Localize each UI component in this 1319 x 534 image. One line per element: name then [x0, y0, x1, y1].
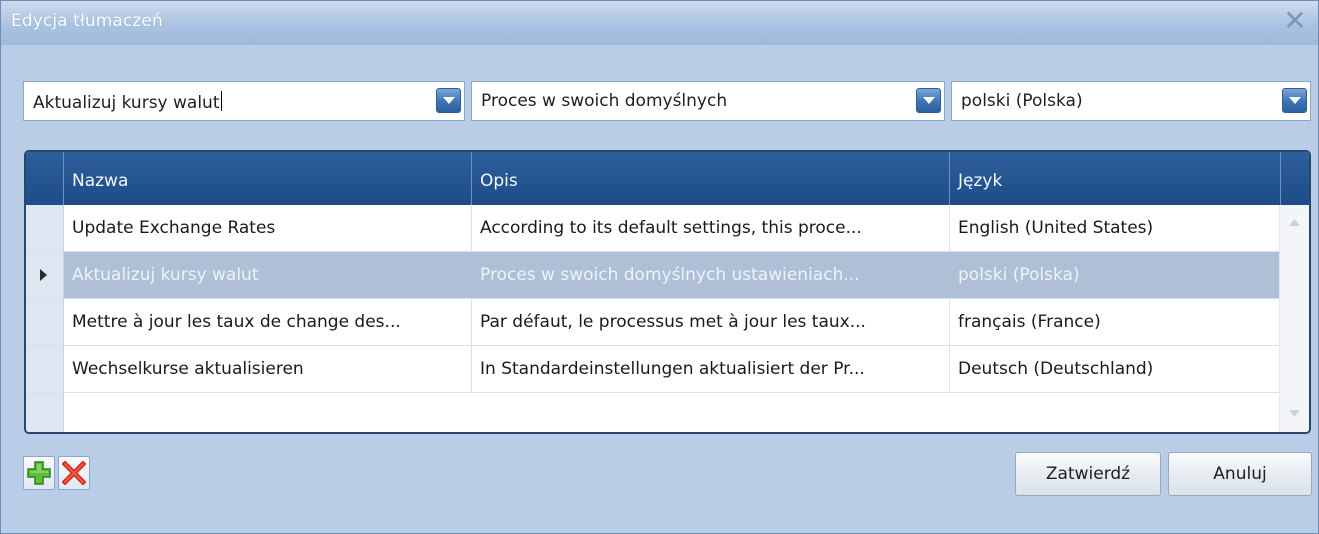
plus-icon: [27, 461, 51, 485]
description-filter-value: Proces w swoich domyślnych: [481, 91, 728, 111]
grid-rows: Update Exchange Rates According to its d…: [26, 205, 1309, 393]
translation-dialog: Edycja tłumaczeń ✕ Aktualizuj kursy walu…: [0, 0, 1319, 534]
language-filter-combobox[interactable]: polski (Polska): [951, 81, 1311, 121]
cell-description[interactable]: In Standardeinstellungen aktualisiert de…: [472, 346, 950, 392]
delete-button[interactable]: [58, 456, 90, 490]
cell-name[interactable]: Wechselkurse aktualisieren: [64, 346, 472, 392]
scroll-up-icon[interactable]: [1289, 219, 1300, 227]
table-row[interactable]: Update Exchange Rates According to its d…: [26, 205, 1309, 252]
cell-name[interactable]: Mettre à jour les taux de change des...: [64, 299, 472, 345]
text-cursor: [220, 91, 222, 111]
add-button[interactable]: [23, 456, 55, 490]
vertical-scrollbar[interactable]: [1279, 205, 1309, 432]
delete-x-icon: [62, 461, 86, 485]
chevron-down-icon[interactable]: [1282, 88, 1307, 113]
header-indicator-cell: [26, 152, 64, 205]
column-header-language[interactable]: Język: [950, 152, 1281, 205]
chevron-down-icon[interactable]: [436, 88, 461, 113]
cell-name[interactable]: Update Exchange Rates: [64, 205, 472, 251]
column-header-name[interactable]: Nazwa: [64, 152, 472, 205]
close-icon[interactable]: ✕: [1282, 7, 1308, 35]
row-indicator: [26, 252, 64, 298]
cell-language[interactable]: français (France): [950, 299, 1281, 345]
description-filter-combobox[interactable]: Proces w swoich domyślnych: [471, 81, 945, 121]
cell-language[interactable]: Deutsch (Deutschland): [950, 346, 1281, 392]
row-indicator: [26, 346, 64, 392]
cell-description[interactable]: Proces w swoich domyślnych ustawieniach.…: [472, 252, 950, 298]
row-indicator: [26, 299, 64, 345]
cell-name[interactable]: Aktualizuj kursy walut: [64, 252, 472, 298]
name-filter-combobox[interactable]: Aktualizuj kursy walut: [23, 81, 465, 121]
chevron-down-icon[interactable]: [916, 88, 941, 113]
cell-language[interactable]: polski (Polska): [950, 252, 1281, 298]
row-indicator: [26, 205, 64, 251]
current-row-arrow-icon: [40, 269, 47, 281]
language-filter-value: polski (Polska): [961, 91, 1083, 111]
title-bar: Edycja tłumaczeń ✕: [1, 1, 1318, 45]
scroll-down-icon[interactable]: [1289, 410, 1300, 418]
table-row[interactable]: Wechselkurse aktualisieren In Standardei…: [26, 346, 1309, 393]
translations-grid: Nazwa Opis Język Update Exchange Rates A…: [24, 150, 1311, 434]
confirm-button[interactable]: Zatwierdź: [1015, 452, 1161, 496]
column-header-description[interactable]: Opis: [472, 152, 950, 205]
table-row[interactable]: Mettre à jour les taux de change des... …: [26, 299, 1309, 346]
table-row-selected[interactable]: Aktualizuj kursy walut Proces w swoich d…: [26, 252, 1309, 299]
dialog-title: Edycja tłumaczeń: [11, 11, 163, 31]
cell-description[interactable]: According to its default settings, this …: [472, 205, 950, 251]
header-spacer: [1281, 152, 1309, 205]
cancel-button[interactable]: Anuluj: [1168, 452, 1312, 496]
grid-header: Nazwa Opis Język: [26, 152, 1309, 205]
cell-language[interactable]: English (United States): [950, 205, 1281, 251]
cell-description[interactable]: Par défaut, le processus met à jour les …: [472, 299, 950, 345]
name-filter-value: Aktualizuj kursy walut: [33, 93, 220, 113]
